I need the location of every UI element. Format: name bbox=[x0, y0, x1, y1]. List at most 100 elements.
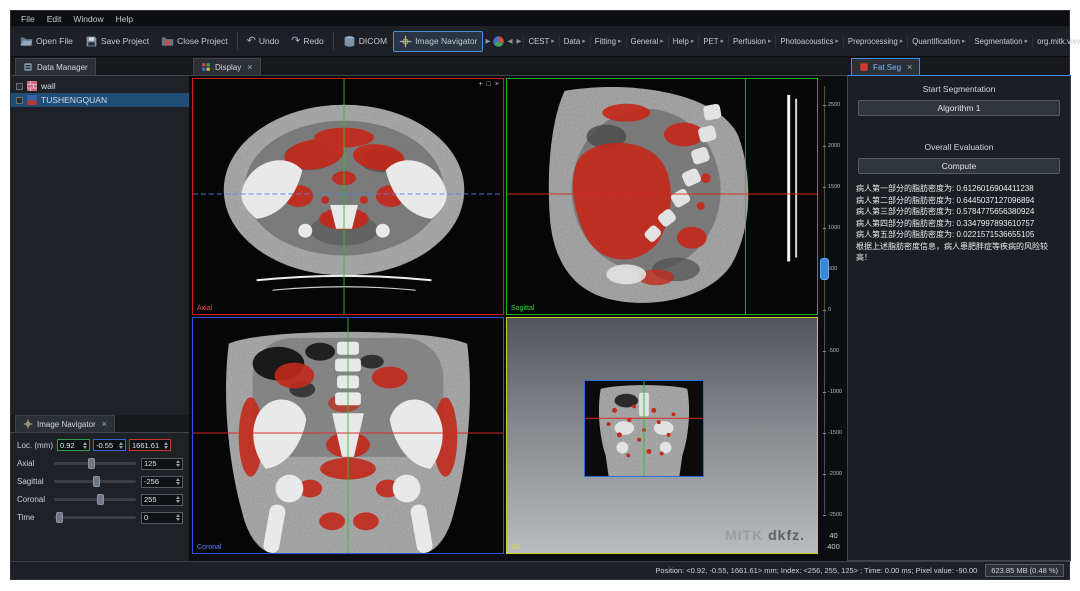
slice-tick: 2000 bbox=[820, 143, 840, 149]
spin-arrows-icon[interactable] bbox=[176, 460, 180, 467]
save-project-button[interactable]: Save Project bbox=[79, 31, 155, 52]
toolbar-overflow-icon[interactable]: ▶ bbox=[485, 37, 490, 45]
spin-arrows-icon[interactable] bbox=[176, 478, 180, 485]
visibility-checkbox[interactable] bbox=[16, 83, 23, 90]
axial-spinbox[interactable]: 125 bbox=[141, 458, 183, 470]
view-next-icon[interactable]: ▶ bbox=[516, 37, 521, 45]
undo-button[interactable]: ↶ Undo bbox=[241, 32, 286, 50]
color-wheel-icon[interactable] bbox=[492, 35, 505, 48]
tab-fat-seg[interactable]: Fat Seg × bbox=[851, 58, 920, 75]
coronal-viewport[interactable]: Coronal bbox=[192, 317, 504, 554]
time-slider[interactable] bbox=[54, 516, 136, 519]
compute-button[interactable]: Compute bbox=[858, 158, 1060, 174]
sagittal-spinbox[interactable]: -256 bbox=[141, 476, 183, 488]
coronal-spinbox[interactable]: 255 bbox=[141, 494, 183, 506]
close-icon[interactable]: × bbox=[247, 62, 252, 72]
slider-handle[interactable] bbox=[88, 458, 95, 469]
visibility-checkbox[interactable] bbox=[16, 97, 23, 104]
level-window-values: 40 400 bbox=[820, 530, 847, 552]
coronal-ct-image bbox=[193, 318, 503, 553]
spin-arrows-icon[interactable] bbox=[119, 442, 123, 449]
toolbar-menu-help[interactable]: Help▸ bbox=[668, 35, 699, 48]
submenu-arrow-icon: ▸ bbox=[551, 37, 555, 45]
spin-arrows-icon[interactable] bbox=[176, 496, 180, 503]
sagittal-slider-label: Sagittal bbox=[17, 477, 49, 486]
algorithm-1-button[interactable]: Algorithm 1 bbox=[858, 100, 1060, 116]
spin-arrows-icon[interactable] bbox=[83, 442, 87, 449]
toolbar-menu-pet[interactable]: PET▸ bbox=[698, 35, 728, 48]
threed-viewport[interactable]: MITK dkfz. 3D bbox=[506, 317, 818, 554]
slider-handle[interactable] bbox=[56, 512, 63, 523]
result-line: 病人第三部分的脂肪密度为: 0.5784775656380924 bbox=[856, 206, 1062, 218]
image-navigator-button[interactable]: Image Navigator bbox=[393, 31, 483, 52]
menu-file[interactable]: File bbox=[15, 14, 41, 24]
left-panel: Data Manager wall TUSHENGQUAN Image Navi… bbox=[11, 57, 189, 561]
display-tab-icon bbox=[201, 62, 211, 72]
sagittal-slider[interactable] bbox=[54, 480, 136, 483]
menu-window[interactable]: Window bbox=[67, 14, 109, 24]
tab-data-manager[interactable]: Data Manager bbox=[15, 58, 96, 75]
redo-button[interactable]: ↷ Redo bbox=[285, 32, 330, 50]
close-project-button[interactable]: Close Project bbox=[155, 31, 234, 52]
toolbar-menu-data[interactable]: Data▸ bbox=[559, 35, 590, 48]
fat-seg-panel: Start Segmentation Algorithm 1 Overall E… bbox=[847, 75, 1071, 561]
crosshair-toggle-icon[interactable]: + bbox=[479, 81, 483, 89]
slice-ruler[interactable]: 2500 2000 1500 1000 500 0 -500 -1000 -15… bbox=[820, 78, 847, 554]
viewport-close-icon[interactable]: × bbox=[495, 81, 499, 89]
time-slider-label: Time bbox=[17, 513, 49, 522]
save-icon bbox=[85, 35, 98, 48]
toolbar-menu-general[interactable]: General▸ bbox=[626, 35, 668, 48]
open-file-button[interactable]: Open File bbox=[14, 31, 79, 52]
data-manager-panel: wall TUSHENGQUAN bbox=[11, 75, 189, 415]
threed-slice-plane[interactable] bbox=[584, 380, 704, 477]
axial-viewport[interactable]: + □ × Axial bbox=[192, 78, 504, 315]
axial-ct-image bbox=[193, 79, 503, 314]
loc-x-spinbox[interactable]: 0.92 bbox=[57, 439, 90, 451]
redo-icon: ↷ bbox=[291, 36, 300, 46]
layout-toggle-icon[interactable]: □ bbox=[487, 81, 491, 89]
submenu-arrow-icon: ▸ bbox=[721, 37, 725, 45]
image-navigator-tab-icon bbox=[23, 419, 33, 429]
sagittal-viewport[interactable]: Sagittal bbox=[506, 78, 818, 315]
dicom-button[interactable]: DICOM bbox=[337, 31, 393, 52]
coronal-slider[interactable] bbox=[54, 498, 136, 501]
tab-display[interactable]: Display × bbox=[193, 58, 261, 75]
time-spinbox[interactable]: 0 bbox=[141, 512, 183, 524]
toolbar-menu-quantification[interactable]: Quantification▸ bbox=[907, 35, 969, 48]
toolbar-menu-example[interactable]: org.mitk.views.example...▸ bbox=[1032, 35, 1080, 48]
submenu-arrow-icon: ▸ bbox=[835, 37, 839, 45]
loc-z-spinbox[interactable]: 1661.61 bbox=[129, 439, 171, 451]
toolbar-menu-cest[interactable]: CEST▸ bbox=[523, 35, 558, 48]
axial-view-label: Axial bbox=[197, 305, 212, 312]
toolbar-menu-preprocessing[interactable]: Preprocessing▸ bbox=[843, 35, 907, 48]
submenu-arrow-icon: ▸ bbox=[691, 37, 695, 45]
result-line: 病人第四部分的脂肪密度为: 0.3347997893610757 bbox=[856, 218, 1062, 230]
slice-tick: 1500 bbox=[820, 184, 840, 190]
toolbar-menu-photoacoustics[interactable]: Photoacoustics▸ bbox=[775, 35, 842, 48]
tab-image-navigator[interactable]: Image Navigator × bbox=[15, 415, 115, 432]
wall-node-icon bbox=[27, 81, 37, 91]
close-icon[interactable]: × bbox=[102, 419, 107, 429]
data-node-wall[interactable]: wall bbox=[11, 79, 189, 93]
close-project-label: Close Project bbox=[177, 36, 228, 46]
slider-handle[interactable] bbox=[97, 494, 104, 505]
spin-arrows-icon[interactable] bbox=[176, 514, 180, 521]
view-prev-icon[interactable]: ◀ bbox=[507, 37, 512, 45]
slice-tick: 0 bbox=[820, 307, 831, 313]
slice-ruler-handle[interactable] bbox=[820, 258, 829, 280]
spin-arrows-icon[interactable] bbox=[164, 442, 168, 449]
toolbar-menu-perfusion[interactable]: Perfusion▸ bbox=[728, 35, 775, 48]
coronal-view-label: Coronal bbox=[197, 544, 222, 551]
level-value: 40 bbox=[820, 530, 847, 541]
menu-help[interactable]: Help bbox=[110, 14, 139, 24]
slider-handle[interactable] bbox=[93, 476, 100, 487]
axial-slider[interactable] bbox=[54, 462, 136, 465]
start-segmentation-header: Start Segmentation bbox=[848, 84, 1070, 94]
fat-seg-tab-icon bbox=[859, 62, 869, 72]
close-icon[interactable]: × bbox=[907, 62, 912, 72]
menu-edit[interactable]: Edit bbox=[41, 14, 68, 24]
loc-y-spinbox[interactable]: -0.55 bbox=[93, 439, 126, 451]
toolbar-menu-fitting[interactable]: Fitting▸ bbox=[590, 35, 626, 48]
toolbar-menu-segmentation[interactable]: Segmentation▸ bbox=[969, 35, 1032, 48]
data-node-tushengquan[interactable]: TUSHENGQUAN bbox=[11, 93, 189, 107]
